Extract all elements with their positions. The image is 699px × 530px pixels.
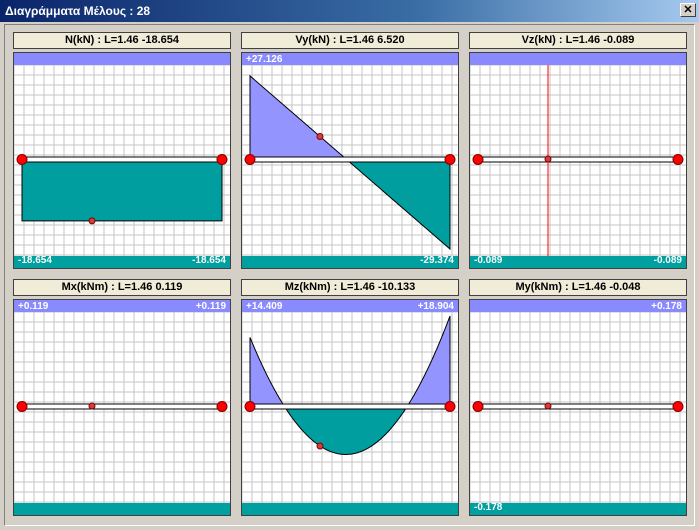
- diagram-canvas: +0.178 -0.178: [469, 299, 687, 516]
- end-node: [672, 401, 684, 412]
- bottom-value-band: [14, 503, 230, 515]
- label-top-left: +14.409: [246, 301, 283, 312]
- member-axis: [21, 156, 223, 163]
- top-value-band: [470, 53, 686, 65]
- window-title: Διαγράμματα Μέλους : 28: [5, 4, 151, 18]
- diagram-svg: [470, 300, 686, 515]
- diagram-area: [21, 158, 223, 222]
- bottom-value-band: [470, 503, 686, 515]
- diagram-canvas: -18.654 -18.654: [13, 52, 231, 269]
- close-button[interactable]: ✕: [680, 3, 696, 17]
- panel-title: Mz(kNm) : L=1.46 -10.133: [241, 279, 459, 296]
- member-axis: [477, 156, 679, 163]
- end-node: [216, 401, 228, 412]
- panel-title: Mx(kNm) : L=1.46 0.119: [13, 279, 231, 296]
- start-node: [244, 154, 256, 165]
- label-top-right: +0.119: [195, 301, 226, 312]
- diagram-svg: [14, 300, 230, 515]
- diagram-svg: [242, 53, 458, 268]
- label-top-right: +0.178: [651, 301, 682, 312]
- diagram-canvas: +0.119 +0.119: [13, 299, 231, 516]
- start-node: [472, 401, 484, 412]
- start-node: [16, 401, 28, 412]
- panel-title: N(kN) : L=1.46 -18.654: [13, 32, 231, 49]
- label-bottom-right: -18.654: [192, 255, 226, 266]
- end-node: [444, 401, 456, 412]
- label-bottom-right: -0.089: [653, 255, 682, 266]
- extreme-value-marker: [316, 442, 324, 450]
- member-axis: [21, 403, 223, 410]
- diagram-svg: [242, 300, 458, 515]
- label-bottom-left: -0.089: [474, 255, 503, 266]
- label-top-left: +0.119: [18, 301, 49, 312]
- panel-title: Vz(kN) : L=1.46 -0.089: [469, 32, 687, 49]
- diagram-canvas: +14.409 +18.904: [241, 299, 459, 516]
- diagram-canvas: -0.089 -0.089: [469, 52, 687, 269]
- extreme-value-marker: [88, 402, 96, 410]
- diagram-canvas: +27.126 -29.374: [241, 52, 459, 269]
- panel-title: Vy(kN) : L=1.46 6.520: [241, 32, 459, 49]
- diagram-svg: [14, 53, 230, 268]
- extreme-value-marker: [88, 217, 96, 225]
- panel-title: My(kNm) : L=1.46 -0.048: [469, 279, 687, 296]
- member-axis: [249, 403, 451, 410]
- label-bottom-right: -29.374: [420, 255, 454, 266]
- end-node: [444, 154, 456, 165]
- start-node: [244, 401, 256, 412]
- diagram-area: N(kN) : L=1.46 -18.654 -18.654 -18.654 Vy…: [4, 24, 695, 526]
- end-node: [216, 154, 228, 165]
- start-node: [16, 154, 28, 165]
- title-bar: Διαγράμματα Μέλους : 28 ✕: [0, 0, 699, 22]
- label-bottom-left: -0.178: [474, 502, 503, 513]
- end-node: [672, 154, 684, 165]
- top-value-band: [14, 53, 230, 65]
- extreme-value-marker: [316, 132, 324, 140]
- diagram-negative-area: [283, 405, 408, 455]
- member-axis: [477, 403, 679, 410]
- diagram-svg: [470, 53, 686, 268]
- label-top-right: +18.904: [417, 301, 454, 312]
- member-axis: [249, 156, 451, 163]
- start-node: [472, 154, 484, 165]
- label-bottom-left: -18.654: [18, 255, 52, 266]
- extreme-value-marker: [544, 155, 552, 163]
- extreme-value-marker: [544, 402, 552, 410]
- label-top-left: +27.126: [246, 54, 283, 65]
- bottom-value-band: [242, 503, 458, 515]
